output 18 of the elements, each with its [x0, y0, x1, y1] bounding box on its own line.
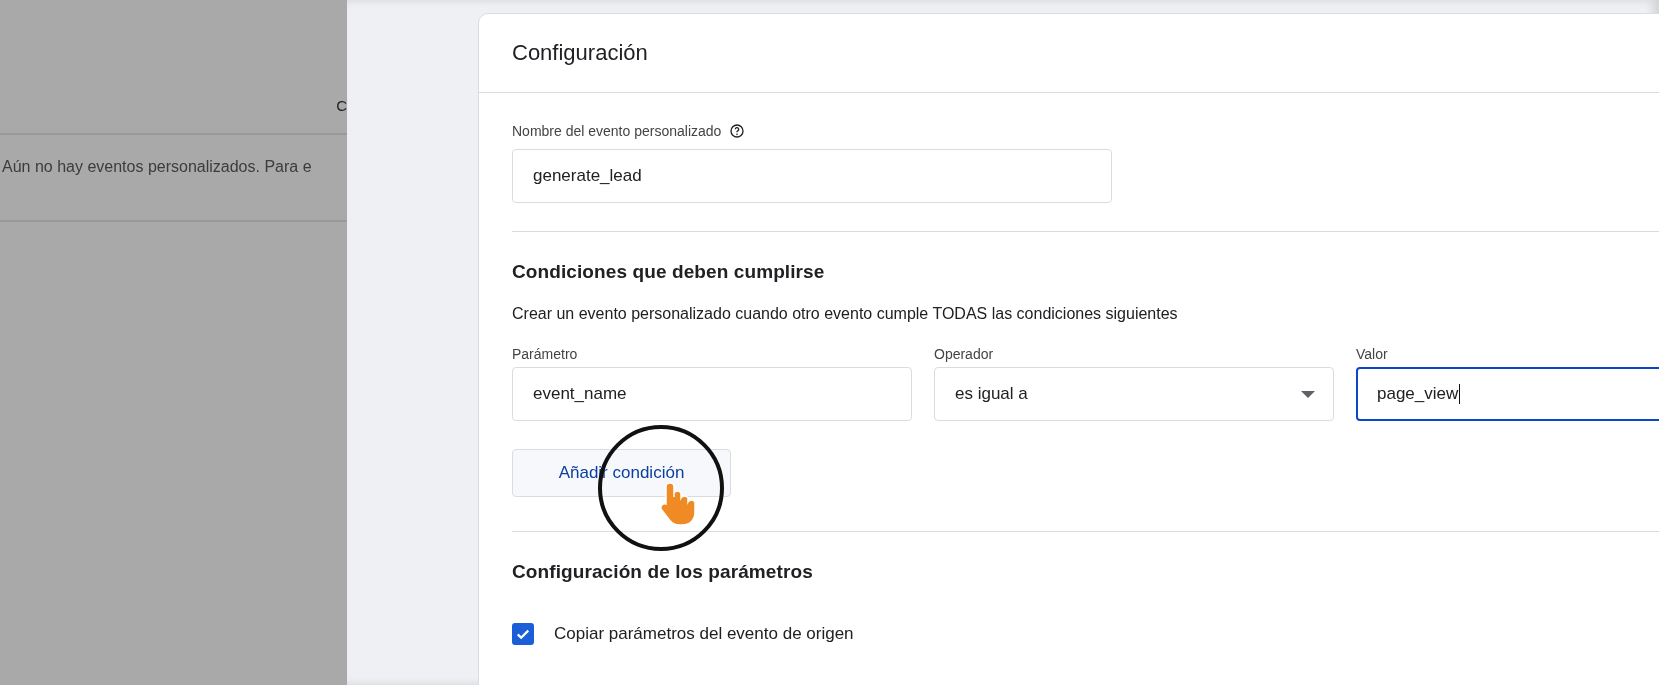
- text-field[interactable]: page_view: [1356, 367, 1659, 421]
- empty-message: Aún no hay eventos personalizados. Para e: [2, 158, 312, 176]
- column-header: C: [336, 97, 347, 114]
- text-field[interactable]: event_name: [512, 367, 912, 421]
- field-label: Operador: [934, 346, 994, 362]
- caret-icon: [1301, 390, 1315, 398]
- section-heading: Configuración de los parámetros: [512, 561, 814, 583]
- field-label: Nombre del evento personalizado: [512, 123, 722, 139]
- checkbox[interactable]: [512, 623, 534, 645]
- section-heading: Condiciones que deben cumplirse: [512, 261, 826, 283]
- checkbox-label: Copiar parámetros del evento de origen: [554, 624, 854, 644]
- name-field[interactable]: generate_lead: [512, 149, 1112, 203]
- card-title: Configuración: [512, 40, 648, 66]
- operator-dropdown[interactable]: es igual a: [934, 367, 1334, 421]
- help-icon[interactable]: [729, 123, 746, 139]
- field-label: Parámetro: [512, 346, 578, 362]
- section-description: Crear un evento personalizado cuando otro evento cumple TODAS las condiciones siguientes: [512, 305, 1179, 323]
- field-label: Valor: [1356, 346, 1388, 362]
